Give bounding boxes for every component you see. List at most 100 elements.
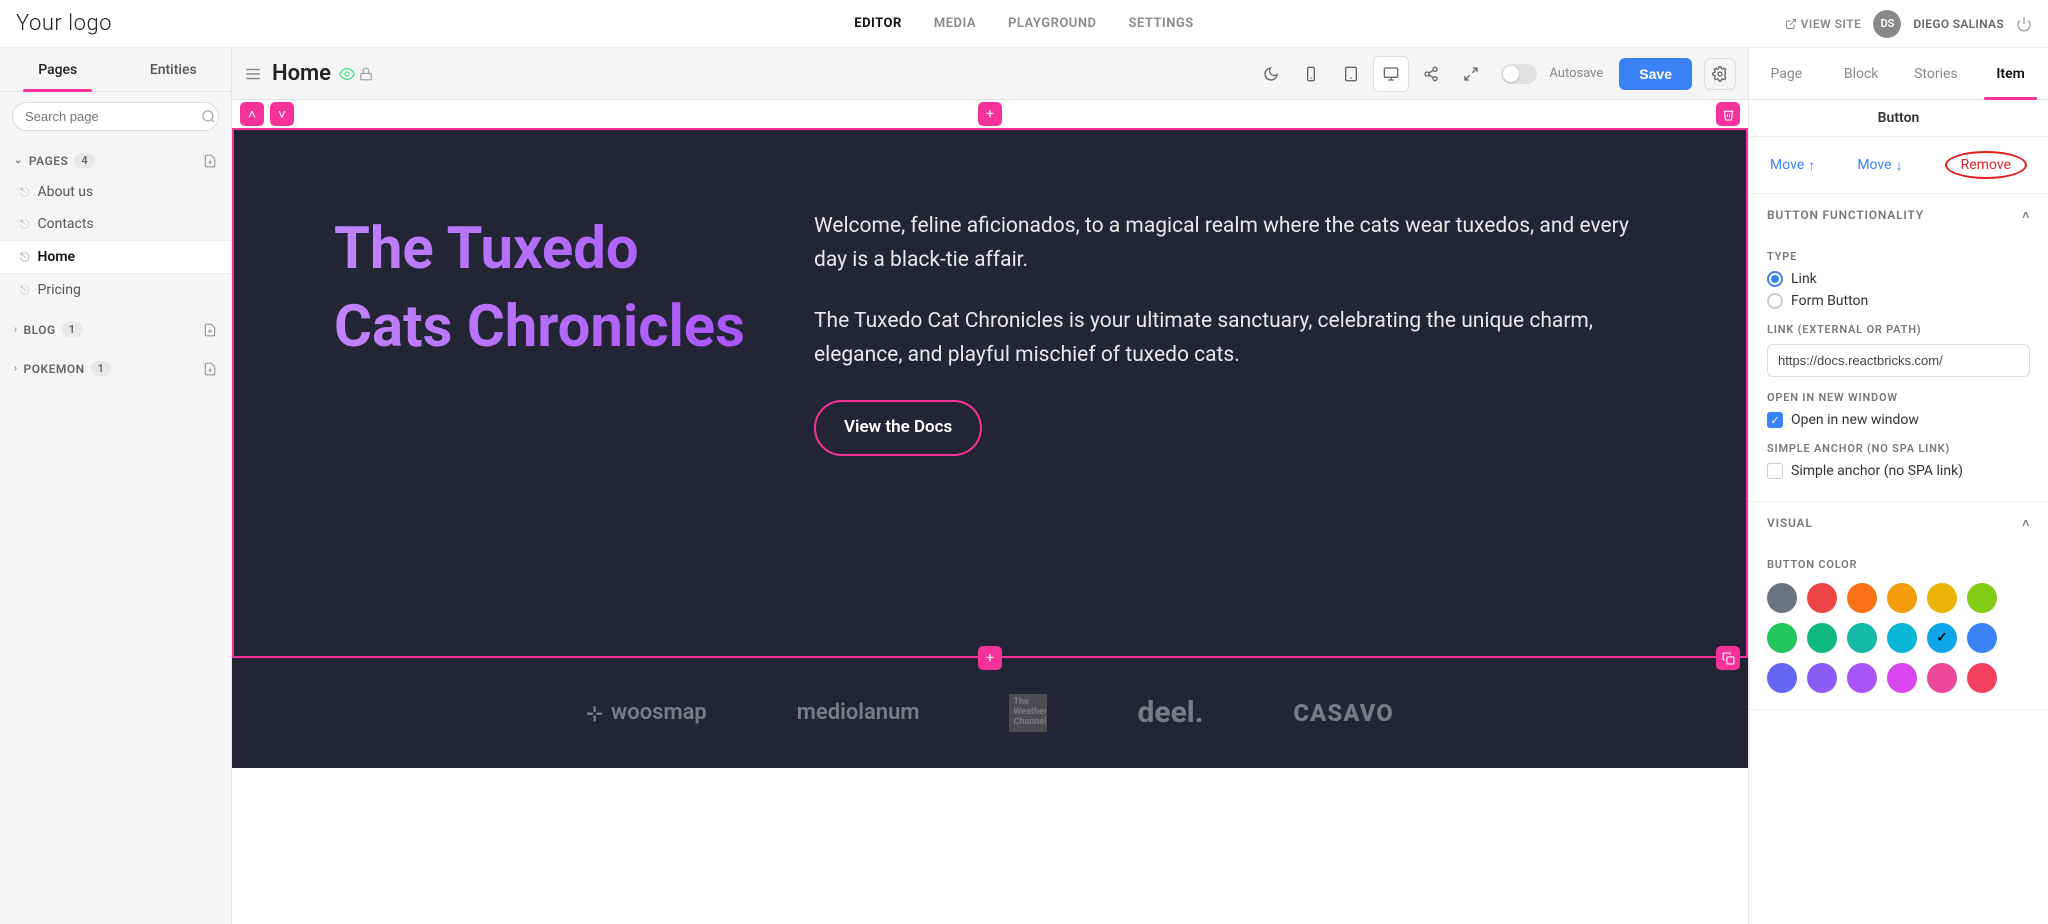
sidebar-item-label: Home: [38, 249, 76, 265]
chevron-down-icon: ⌄: [14, 155, 23, 166]
color-swatch[interactable]: [1887, 623, 1917, 653]
tab-block[interactable]: Block: [1824, 48, 1899, 99]
sidebar-tab-entities[interactable]: Entities: [116, 48, 232, 91]
duplicate-block-button[interactable]: [1716, 646, 1740, 670]
menu-icon[interactable]: [244, 65, 262, 83]
view-site-link[interactable]: VIEW SITE: [1785, 17, 1862, 31]
hero-title[interactable]: The Tuxedo Cats Chronicles: [334, 210, 754, 596]
nav-media[interactable]: MEDIA: [934, 16, 976, 31]
add-block-button[interactable]: +: [978, 646, 1002, 670]
sidebar-item-about[interactable]: ⎋ About us: [0, 176, 231, 208]
share-icon[interactable]: [1413, 56, 1449, 92]
save-button[interactable]: Save: [1619, 58, 1692, 90]
color-swatch[interactable]: [1927, 623, 1957, 653]
radio-type-form[interactable]: Form Button: [1767, 293, 2030, 309]
color-swatch[interactable]: [1767, 623, 1797, 653]
move-block-up-button[interactable]: ˄: [240, 102, 264, 126]
sidebar-tabs: Pages Entities: [0, 48, 231, 92]
hero-block[interactable]: The Tuxedo Cats Chronicles Welcome, feli…: [232, 128, 1748, 658]
checkbox-label: Simple anchor (no SPA link): [1791, 463, 1963, 479]
radio-label: Link: [1791, 271, 1817, 287]
client-logo: ⊹woosmap: [586, 700, 707, 725]
top-nav: EDITOR MEDIA PLAYGROUND SETTINGS: [854, 16, 1193, 31]
search-box[interactable]: [12, 102, 219, 131]
mobile-icon[interactable]: [1293, 56, 1329, 92]
search-input[interactable]: [25, 109, 201, 124]
arrow-down-icon: ↓: [1896, 157, 1903, 174]
move-block-down-button[interactable]: ˅: [270, 102, 294, 126]
chevron-up-icon: ˄: [2022, 208, 2030, 222]
sidebar-item-pricing[interactable]: ⎋Pricing: [0, 274, 231, 306]
logout-icon[interactable]: [2016, 16, 2032, 32]
color-swatch[interactable]: [1807, 663, 1837, 693]
next-section: [232, 768, 1748, 868]
color-swatch[interactable]: [1967, 623, 1997, 653]
nav-settings[interactable]: SETTINGS: [1129, 16, 1194, 31]
sidebar-item-label: About us: [38, 184, 94, 200]
add-page-icon[interactable]: [203, 154, 217, 168]
sidebar-item-contacts[interactable]: ⎋Contacts: [0, 208, 231, 240]
color-swatch[interactable]: [1807, 623, 1837, 653]
lock-icon: ⎋: [20, 185, 30, 200]
field-label-type: TYPE: [1767, 250, 2030, 263]
tab-item[interactable]: Item: [1973, 48, 2048, 99]
checkbox-open-new[interactable]: ✓ Open in new window: [1767, 412, 2030, 428]
radio-type-link[interactable]: Link: [1767, 271, 2030, 287]
color-swatch[interactable]: [1967, 663, 1997, 693]
tab-stories[interactable]: Stories: [1899, 48, 1974, 99]
move-down-button[interactable]: Move↓: [1857, 157, 1902, 174]
logos-block[interactable]: + ⊹woosmap mediolanum The Weather Channe…: [232, 658, 1748, 768]
radio-icon: [1767, 271, 1783, 287]
theme-icon[interactable]: [1253, 56, 1289, 92]
field-label-open-new: OPEN IN NEW WINDOW: [1767, 391, 2030, 404]
tab-page[interactable]: Page: [1749, 48, 1824, 99]
radio-label: Form Button: [1791, 293, 1868, 309]
color-swatch[interactable]: [1767, 583, 1797, 613]
nav-playground[interactable]: PLAYGROUND: [1008, 16, 1096, 31]
add-page-icon[interactable]: [203, 323, 217, 337]
delete-block-button[interactable]: [1716, 102, 1740, 126]
remove-button[interactable]: Remove: [1961, 157, 2011, 173]
lock-icon[interactable]: [359, 67, 373, 81]
color-swatch[interactable]: [1927, 663, 1957, 693]
sidebar-item-home[interactable]: ⎋Home: [0, 240, 231, 274]
section-visual-header[interactable]: VISUAL ˄: [1749, 502, 2048, 544]
nav-editor[interactable]: EDITOR: [854, 16, 902, 31]
color-swatch[interactable]: [1887, 663, 1917, 693]
chevron-right-icon: ›: [14, 324, 18, 335]
add-page-icon[interactable]: [203, 362, 217, 376]
group-blog-header[interactable]: › BLOG 1: [0, 314, 231, 345]
autosave-toggle[interactable]: [1501, 64, 1537, 84]
desktop-icon[interactable]: [1373, 56, 1409, 92]
section-functionality-header[interactable]: BUTTON FUNCTIONALITY ˄: [1749, 194, 2048, 236]
group-pokemon-header[interactable]: › POKEMON 1: [0, 353, 231, 384]
color-swatch[interactable]: [1807, 583, 1837, 613]
tablet-icon[interactable]: [1333, 56, 1369, 92]
color-swatch[interactable]: [1847, 663, 1877, 693]
color-swatch[interactable]: [1847, 623, 1877, 653]
sidebar-item-label: Pricing: [38, 282, 81, 298]
color-swatch[interactable]: [1767, 663, 1797, 693]
fullscreen-icon[interactable]: [1453, 56, 1489, 92]
visibility-icon[interactable]: [339, 66, 355, 82]
checkbox-anchor[interactable]: Simple anchor (no SPA link): [1767, 463, 2030, 479]
canvas: ˄ ˅ + The Tuxedo Cats Chronicles Welcome…: [232, 100, 1748, 924]
app-logo: Your logo: [16, 11, 112, 36]
group-pages-header[interactable]: ⌄ PAGES 4: [0, 145, 231, 176]
move-up-button[interactable]: Move↑: [1770, 157, 1815, 174]
hero-cta-button[interactable]: View the Docs: [814, 400, 982, 455]
page-title: Home: [272, 61, 331, 86]
color-swatch[interactable]: [1927, 583, 1957, 613]
hero-paragraph-2[interactable]: The Tuxedo Cat Chronicles is your ultima…: [814, 305, 1646, 372]
color-swatch[interactable]: [1967, 583, 1997, 613]
gear-icon[interactable]: [1704, 58, 1736, 90]
hero-paragraph-1[interactable]: Welcome, feline aficionados, to a magica…: [814, 210, 1646, 277]
color-swatch[interactable]: [1847, 583, 1877, 613]
sidebar-tab-pages[interactable]: Pages: [0, 48, 116, 91]
avatar[interactable]: DS: [1873, 10, 1901, 38]
add-block-button[interactable]: +: [978, 102, 1002, 126]
link-input[interactable]: [1767, 344, 2030, 377]
external-link-icon: [1785, 18, 1797, 30]
color-swatch[interactable]: [1887, 583, 1917, 613]
field-label-color: BUTTON COLOR: [1767, 558, 2030, 571]
